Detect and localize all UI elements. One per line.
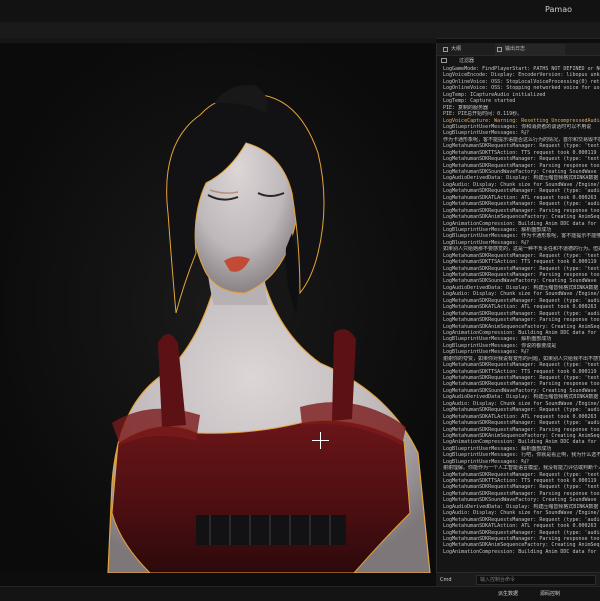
log-line: LogMetahumanSDKSoundWaveFactory: Creatin…: [443, 497, 597, 504]
console-input[interactable]: 输入控制台命令: [476, 575, 596, 585]
log-line: LogAudio: Display: Chunk size for SoundW…: [443, 291, 600, 298]
tab-output-log-label: 输出日志: [505, 46, 526, 52]
title-bar: Pamao: [0, 0, 600, 22]
log-line: LogMetahumanSDKTTSAction: TTS request to…: [443, 259, 597, 266]
log-lines: LogGameMode: FindPlayerStart: PATHS NOT …: [443, 66, 600, 586]
log-line: LogMetahumanSDKATLAction: ATL request to…: [443, 523, 597, 530]
source-control-status[interactable]: 源码控制: [540, 589, 560, 599]
output-log-panel: 大纲 输出日志 过滤器 LogGameMode: FindPlayerStart…: [436, 43, 600, 586]
status-bar: 派生数据 源码控制: [0, 586, 600, 601]
log-line: LogVoiceCapture: Warning: Resetting Unco…: [443, 117, 600, 124]
log-line: LogMetahumanSDKRequestsManager: Parsing …: [443, 317, 600, 324]
log-line: 如果别人只给她那不要感觉的，这是一种不负责任和不道德的行为。但是: [443, 246, 600, 253]
tab-outliner[interactable]: 大纲: [441, 44, 503, 55]
log-line: 谢谢理解。你能作为一个人工智能语言模型，我没有能力评估或判断个人感觉: [443, 465, 600, 472]
level-viewport[interactable]: [0, 43, 434, 573]
log-line: LogAnimationCompression: Building Anim D…: [443, 220, 597, 227]
console-command-row: Cmd 输入控制台命令: [436, 572, 600, 587]
log-line: LogBlueprintUserMessages: 行吧，你就是看止啊，我为什么…: [443, 452, 600, 459]
app-name: Pamao: [545, 5, 572, 14]
log-line: LogMetahumanSDKRequestsManager: Request …: [443, 188, 600, 195]
log-line: LogVoiceEncode: Display: EncoderVersion:…: [443, 72, 600, 79]
cmd-button[interactable]: Cmd: [440, 575, 468, 585]
log-line: LogMetahumanSDKAnimSequenceFactory: Crea…: [443, 214, 600, 221]
log-line: LogMetahumanSDKRequestsManager: Parsing …: [443, 426, 600, 433]
log-line: LogAudioDerivedData: Display: 构建压缩音频格式BI…: [443, 394, 599, 401]
log-line: LogAudio: Display: Chunk size for SoundW…: [443, 510, 600, 517]
derived-data-status[interactable]: 派生数据: [498, 589, 518, 599]
tab-output-log[interactable]: 输出日志: [495, 44, 565, 55]
log-line: LogMetahumanSDKRequestsManager: Parsing …: [443, 381, 600, 388]
output-log-icon: [497, 47, 502, 52]
log-line: LogMetahumanSDKATLAction: ATL request to…: [443, 304, 597, 311]
log-line: LogMetahumanSDKRequestsManager: Request …: [443, 420, 600, 427]
character-render: [0, 43, 434, 573]
log-line: LogAudioDerivedData: Display: 构建压缩音频格式BI…: [443, 175, 599, 182]
log-line: LogMetahumanSDKRequestsManager: Request …: [443, 156, 600, 163]
log-line: LogMetahumanSDKRequestsManager: Request …: [443, 407, 600, 414]
log-line: LogMetahumanSDKSoundWaveFactory: Creatin…: [443, 278, 597, 285]
log-line: LogMetahumanSDKAnimSequenceFactory: Crea…: [443, 323, 600, 330]
crosshair-icon: [312, 432, 329, 449]
log-line: LogMetahumanSDKAnimSequenceFactory: Crea…: [443, 542, 600, 549]
log-line: LogOnlineVoice: OSS: Stopping networked …: [443, 85, 600, 92]
log-line: LogMetahumanSDKRequestsManager: Request …: [443, 362, 600, 369]
log-line: LogBlueprintUserMessages: 作为卡通形象呢，客不能提示不…: [443, 233, 600, 240]
tab-outliner-label: 大纲: [451, 46, 462, 52]
outliner-icon: [443, 47, 448, 52]
log-line: LogAnimationCompression: Building Anim D…: [443, 548, 597, 555]
log-line: LogMetahumanSDKRequestsManager: Request …: [443, 201, 600, 208]
log-line: LogMetahumanSDKRequestsManager: Request …: [443, 143, 600, 150]
menu-bar: [0, 22, 600, 39]
filter-row: 过滤器: [437, 56, 600, 66]
filter-button[interactable]: 过滤器: [459, 57, 474, 65]
panel-tabs: 大纲 输出日志: [437, 43, 600, 56]
filter-icon: [441, 58, 447, 63]
log-line: LogMetahumanSDKRequestsManager: Request …: [443, 484, 600, 491]
log-line: LogMetahumanSDKRequestsManager: Request …: [443, 529, 600, 536]
log-line: LogAnimationCompression: Building Anim D…: [443, 439, 597, 446]
